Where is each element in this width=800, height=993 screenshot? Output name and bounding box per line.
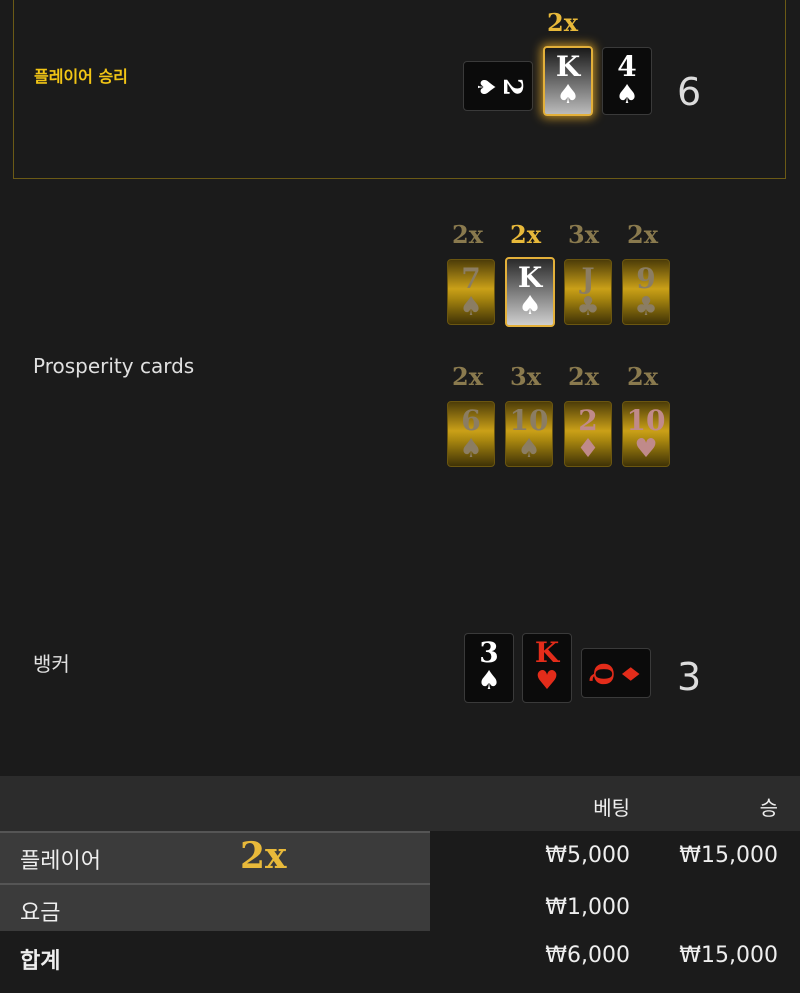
row-win: ₩15,000 (679, 843, 778, 868)
banker-card-1: 3 ♠ (464, 633, 514, 703)
spade-icon: ♠ (615, 80, 639, 110)
prosperity-card: 10 ♠ (505, 401, 553, 467)
total-label: 합계 (20, 949, 61, 974)
prosperity-multiplier: 3x (568, 220, 600, 249)
prosperity-multiplier: 3x (510, 362, 542, 391)
banker-card-2: K ♥ (522, 633, 572, 703)
row-bet: ₩5,000 (545, 843, 630, 868)
player-card-3: 4 ♠ (602, 47, 652, 115)
banker-score: 3 (677, 655, 702, 699)
prosperity-card: 10 ♥ (622, 401, 670, 467)
diamond-icon: ♦ (616, 663, 646, 685)
card-rank: 2 (578, 404, 598, 437)
prosperity-multiplier: 2x (452, 220, 484, 249)
player-score: 6 (677, 70, 702, 114)
card-rank: 4 (617, 50, 637, 83)
card-rank: 9 (636, 262, 656, 295)
row-label: 요금 (20, 901, 61, 926)
row-label-cell (0, 883, 430, 931)
spade-icon: ♠ (459, 292, 483, 322)
spade-icon: ♠ (518, 291, 542, 321)
heart-icon: ♥ (634, 434, 658, 464)
prosperity-label: Prosperity cards (33, 354, 195, 378)
spade-icon: ♠ (556, 80, 580, 110)
prosperity-card-selected: K ♠ (505, 257, 555, 327)
prosperity-multiplier: 2x (452, 362, 484, 391)
heart-icon: ♥ (535, 666, 559, 696)
table-row: 요금 ₩1,000 (0, 883, 800, 931)
player-result-panel (13, 0, 786, 179)
card-rank: K (517, 261, 543, 294)
table-header: 베팅 승 (0, 776, 800, 831)
prosperity-card: 7 ♠ (447, 259, 495, 325)
card-rank: 3 (479, 636, 499, 669)
card-rank: 10 (509, 404, 549, 437)
prosperity-card: 9 ♣ (622, 259, 670, 325)
card-rank: K (534, 636, 560, 669)
prosperity-multiplier: 2x (627, 362, 659, 391)
header-win: 승 (759, 796, 778, 820)
prosperity-card: 2 ♦ (564, 401, 612, 467)
spade-icon: ♠ (517, 434, 541, 464)
club-icon: ♣ (576, 292, 600, 322)
total-bet: ₩6,000 (545, 943, 630, 968)
table-row: 플레이어 2x ₩5,000 ₩15,000 (0, 831, 800, 883)
spade-icon: ♠ (477, 666, 501, 696)
row-label: 플레이어 (20, 849, 101, 874)
prosperity-multiplier: 2x (568, 362, 600, 391)
total-win: ₩15,000 (679, 943, 778, 968)
player-result-title: 플레이어 승리 (34, 67, 128, 86)
header-bet: 베팅 (593, 796, 630, 820)
spade-icon: ♠ (459, 434, 483, 464)
prosperity-card: J ♣ (564, 259, 612, 325)
card-rank: J (581, 262, 595, 295)
card-rank: K (555, 50, 581, 83)
player-card-2: K ♠ (543, 46, 593, 116)
card-rank: 7 (461, 262, 481, 295)
result-table: 베팅 승 플레이어 2x ₩5,000 ₩15,000 요금 ₩1,000 합계… (0, 776, 800, 987)
row-bet: ₩1,000 (545, 895, 630, 920)
diamond-icon: ♦ (576, 434, 600, 464)
prosperity-multiplier: 2x (510, 220, 542, 249)
card-rank: 6 (461, 404, 481, 437)
prosperity-card: 6 ♠ (447, 401, 495, 467)
row-multiplier: 2x (240, 835, 287, 877)
banker-card-3: Q ♦ (581, 648, 651, 698)
player-card-multiplier: 2x (547, 8, 579, 37)
player-card-1: ♠ 2 (463, 61, 533, 111)
prosperity-multiplier: 2x (627, 220, 659, 249)
table-total-row: 합계 ₩6,000 ₩15,000 (0, 931, 800, 987)
club-icon: ♣ (634, 292, 658, 322)
card-rank: 10 (626, 404, 666, 437)
banker-label: 뱅커 (33, 652, 70, 676)
card-rank: 2 (496, 77, 527, 97)
